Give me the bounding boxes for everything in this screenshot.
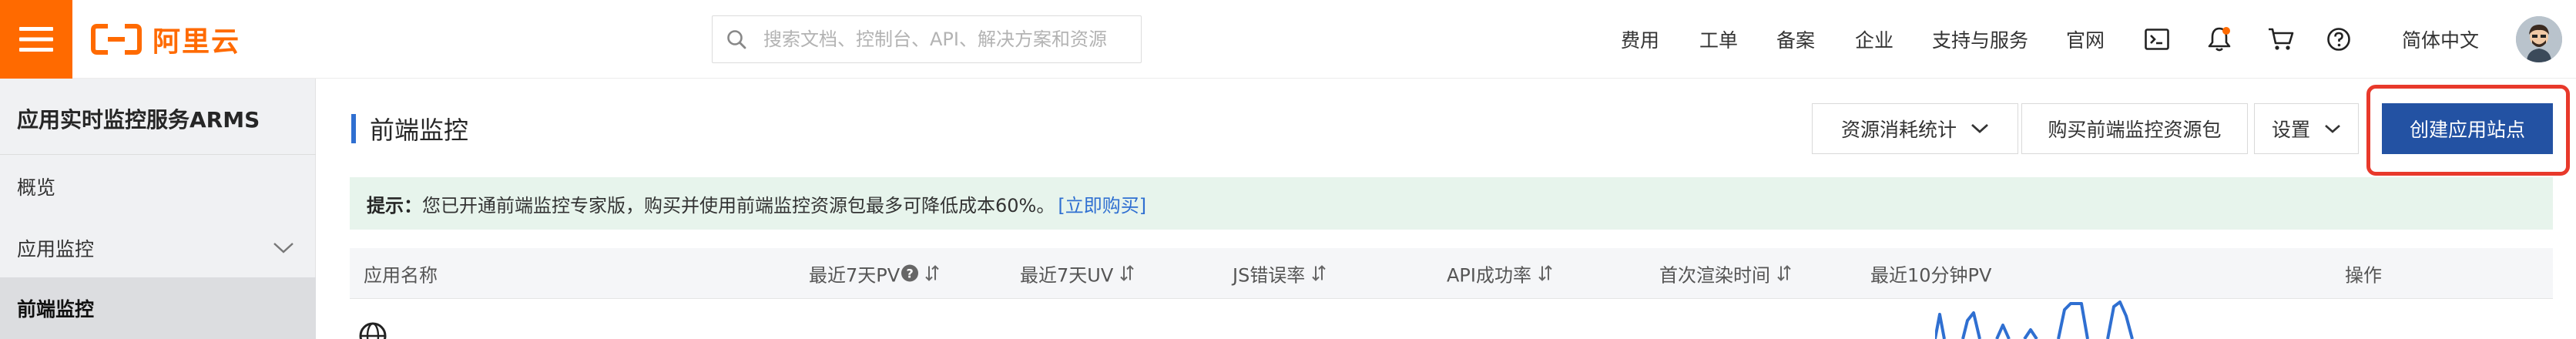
aliyun-logo[interactable]: 阿里云 [91, 22, 241, 58]
sidebar-item-label: 应用监控 [17, 238, 95, 260]
avatar-icon [2516, 16, 2562, 62]
terminal-icon [2145, 28, 2169, 50]
search-icon [727, 30, 746, 49]
nav-icp-filing[interactable]: 备案 [1776, 25, 1815, 53]
chevron-down-icon [1971, 123, 1988, 133]
question-icon[interactable]: ? [901, 264, 919, 282]
column-label: 应用名称 [364, 264, 438, 286]
column-header-uv-7d[interactable]: 最近7天UV [1020, 260, 1135, 287]
nav-support[interactable]: 支持与服务 [1932, 25, 2028, 53]
cart-icon [2269, 28, 2294, 50]
page-title: 前端监控 [370, 116, 469, 145]
pv-sparkline [1935, 300, 2134, 339]
aliyun-logo-mark-icon [91, 24, 142, 55]
usage-stats-dropdown[interactable]: 资源消耗统计 [1812, 103, 2018, 154]
column-header-first-render-time[interactable]: 首次渲染时间 [1659, 260, 1792, 287]
hamburger-menu-button[interactable] [0, 0, 72, 79]
logo-text: 阿里云 [153, 26, 241, 58]
sort-icon [1120, 265, 1134, 281]
create-app-site-button[interactable]: 创建应用站点 [2382, 103, 2553, 154]
nav-enterprise[interactable]: 企业 [1855, 25, 1893, 53]
column-label: JS错误率 [1233, 264, 1306, 286]
sort-icon [1312, 265, 1327, 281]
sidebar: 应用实时监控服务ARMS 概览 应用监控 前端监控 [0, 79, 316, 339]
column-header-js-error-rate[interactable]: JS错误率 [1233, 260, 1327, 287]
user-avatar[interactable] [2516, 16, 2562, 62]
sidebar-item-label: 前端监控 [17, 298, 95, 321]
column-header-api-success-rate[interactable]: API成功率 [1447, 260, 1553, 287]
usage-stats-label: 资源消耗统计 [1840, 119, 1957, 141]
nav-billing[interactable]: 费用 [1621, 25, 1659, 53]
chevron-down-icon [2325, 124, 2340, 133]
app-globe-icon [359, 322, 387, 339]
column-label: 首次渲染时间 [1659, 264, 1770, 286]
sort-icon [1777, 265, 1791, 281]
column-header-app-name: 应用名称 [364, 260, 438, 287]
column-header-actions: 操作 [2345, 260, 2382, 287]
buy-now-link[interactable]: [立即购买] [1058, 190, 1146, 217]
nav-official-site[interactable]: 官网 [2066, 25, 2105, 53]
column-label: 最近10分钟PV [1870, 264, 1992, 286]
cart-button[interactable] [2268, 27, 2294, 52]
notice-text: 您已开通前端监控专家版，购买并使用前端监控资源包最多可降低成本60%。 [422, 194, 1055, 216]
language-selector[interactable]: 简体中文 [2402, 25, 2479, 53]
bell-icon [2208, 26, 2231, 51]
notifications-button[interactable] [2208, 26, 2231, 52]
notice-banner: 提示： 您已开通前端监控专家版，购买并使用前端监控资源包最多可降低成本60%。 … [350, 177, 2553, 230]
sidebar-item-overview[interactable]: 概览 [0, 156, 316, 217]
hamburger-icon [19, 27, 53, 52]
table-row [350, 299, 2553, 339]
buy-resource-package-button[interactable]: 购买前端监控资源包 [2021, 103, 2248, 154]
sidebar-item-label: 概览 [17, 176, 56, 199]
terminal-button[interactable] [2145, 28, 2169, 50]
table-header: 应用名称 最近7天PV ? 最近7天UV JS错误率 API成功率 首次渲染时间… [350, 248, 2553, 299]
nav-tickets[interactable]: 工单 [1699, 25, 1738, 53]
column-header-pv-10min: 最近10分钟PV [1870, 260, 1991, 287]
sort-icon [1538, 265, 1552, 281]
global-search-box[interactable] [712, 15, 1142, 63]
sort-icon [925, 265, 939, 281]
help-icon [2327, 27, 2350, 51]
column-label: API成功率 [1447, 264, 1531, 286]
search-input[interactable] [762, 28, 1132, 51]
column-header-pv-7d[interactable]: 最近7天PV ? [809, 260, 940, 287]
sidebar-item-frontend-monitoring[interactable]: 前端监控 [0, 277, 316, 339]
page-title-accent [351, 114, 356, 143]
notice-prefix: 提示： [367, 194, 422, 216]
sidebar-product-title: 应用实时监控服务ARMS [17, 107, 260, 133]
help-button[interactable] [2326, 27, 2351, 52]
column-label: 最近7天PV [809, 264, 901, 286]
sidebar-item-app-monitoring[interactable]: 应用监控 [0, 217, 316, 279]
chevron-down-icon [273, 243, 293, 253]
column-label: 操作 [2345, 264, 2382, 286]
sidebar-divider [0, 154, 316, 155]
settings-dropdown[interactable]: 设置 [2254, 103, 2359, 154]
main-content: 前端监控 资源消耗统计 购买前端监控资源包 设置 创建应用站点 提示： 您已开通… [316, 79, 2576, 339]
top-navigation-bar: 阿里云 费用 工单 备案 企业 支持与服务 官网 [0, 0, 2576, 79]
settings-label: 设置 [2271, 119, 2310, 141]
column-label: 最近7天UV [1020, 264, 1114, 286]
